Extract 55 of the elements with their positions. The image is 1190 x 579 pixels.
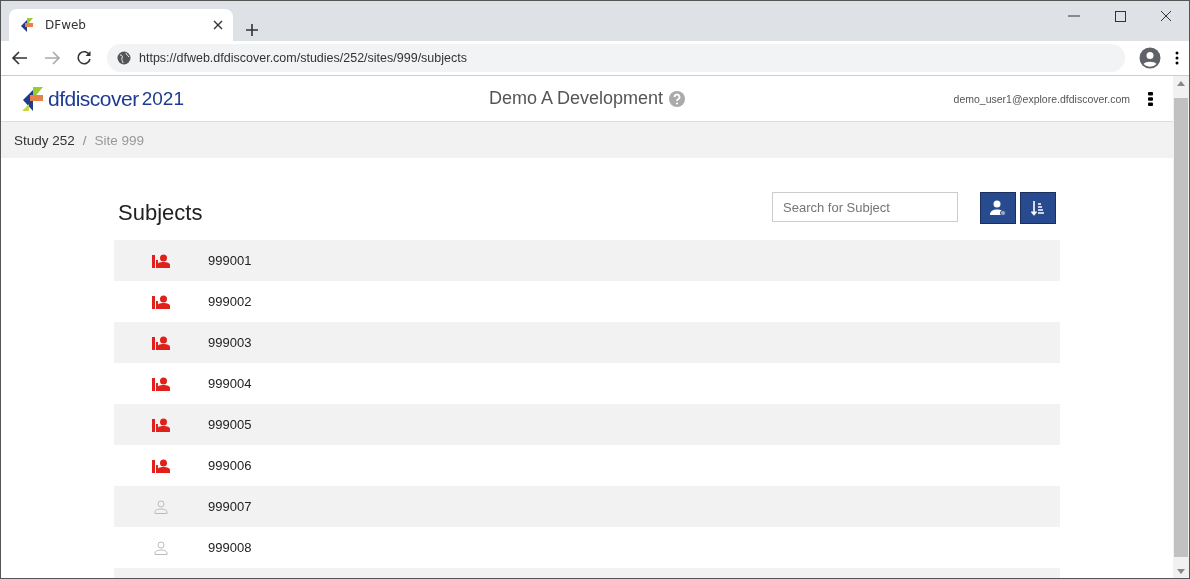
subject-id: 999007	[208, 499, 252, 514]
scroll-up-icon[interactable]	[1177, 80, 1185, 86]
sort-icon	[1031, 200, 1045, 216]
subject-status-icon	[152, 335, 170, 350]
scroll-down-icon[interactable]	[1177, 569, 1185, 575]
subject-status-icon	[152, 294, 170, 309]
page-heading: Subjects	[118, 200, 204, 226]
subject-row[interactable]: 999008	[114, 527, 1060, 568]
subject-id: 999001	[208, 253, 252, 268]
breadcrumb-item: Site 999	[94, 132, 145, 148]
subject-status-icon	[152, 253, 170, 268]
maximize-icon[interactable]	[1114, 10, 1126, 22]
globe-icon	[117, 51, 131, 65]
subject-row[interactable]: 999003	[114, 322, 1060, 363]
more-options-icon[interactable]	[1175, 51, 1179, 65]
address-bar[interactable]: https://dfweb.dfdiscover.com/studies/252/sites/999/subjects	[107, 44, 1125, 72]
subject-status-icon	[152, 458, 170, 473]
more-options-icon[interactable]	[1148, 91, 1153, 106]
logo-year: 2021	[141, 87, 184, 110]
study-title: Demo A Development	[488, 88, 664, 109]
breadcrumb-separator: /	[82, 132, 87, 148]
breadcrumb-item[interactable]: Study 252	[14, 132, 75, 148]
subject-id: 999008	[208, 540, 252, 555]
back-icon[interactable]	[11, 49, 29, 67]
subject-row[interactable]: 999006	[114, 445, 1060, 486]
subject-id: 999002	[208, 294, 252, 309]
reload-icon[interactable]	[75, 49, 93, 67]
search-field[interactable]: Search for Subject	[772, 192, 958, 222]
subject-id: 999004	[208, 376, 252, 391]
logo-text: dfdiscover	[48, 86, 139, 111]
subject-row[interactable]: 999005	[114, 404, 1060, 445]
sort-button[interactable]	[1020, 192, 1056, 224]
close-tab-icon[interactable]	[213, 20, 223, 30]
subject-row[interactable]: 999002	[114, 281, 1060, 322]
subject-row[interactable]: 999007	[114, 486, 1060, 527]
close-icon[interactable]	[1160, 10, 1172, 22]
user-email: demo_user1@explore.dfdiscover.com	[953, 92, 1130, 105]
profile-icon[interactable]	[1139, 47, 1161, 69]
site-logo-icon	[19, 17, 35, 33]
subject-id: 999003	[208, 335, 252, 350]
scrollbar-thumb[interactable]	[1174, 98, 1188, 557]
subject-row[interactable]: 999001	[114, 240, 1060, 281]
subject-status-icon	[152, 376, 170, 391]
logo-icon	[21, 85, 45, 112]
subject-id: 999005	[208, 417, 252, 432]
subject-status-icon	[152, 417, 170, 432]
subject-row[interactable]: 999004	[114, 363, 1060, 404]
subject-id: 999006	[208, 458, 252, 473]
add-subject-button[interactable]	[980, 192, 1016, 224]
person-outline-icon	[154, 540, 168, 555]
tab-title: DFweb	[45, 18, 87, 32]
person-add-icon	[990, 200, 1006, 216]
url-text: https://dfweb.dfdiscover.com/studies/252/sites/999/subjects	[139, 51, 467, 65]
browser-tab[interactable]: DFweb	[9, 9, 233, 41]
person-outline-icon	[154, 499, 168, 514]
